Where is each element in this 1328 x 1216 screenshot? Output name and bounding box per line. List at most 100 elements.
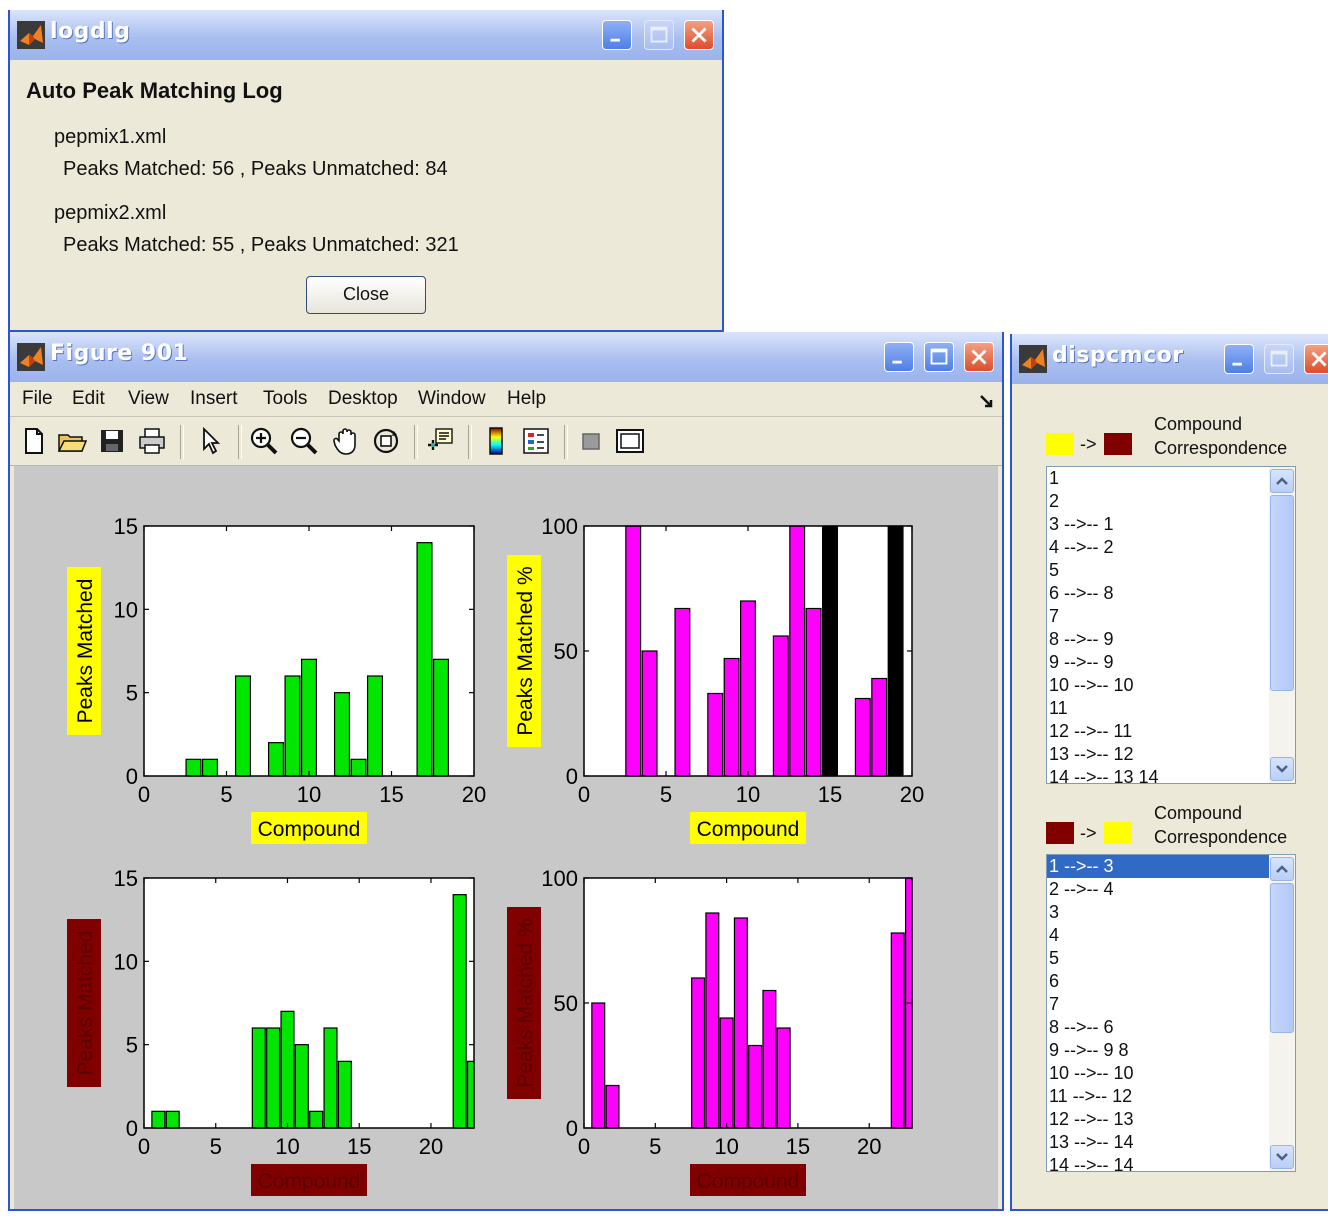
chart-4: 0 5 10 15 20 0 50 100 Compound Peaks Matched % bbox=[507, 866, 913, 1196]
menu-help[interactable]: Help bbox=[507, 388, 546, 410]
x-tick-label: 5 bbox=[649, 1134, 661, 1159]
list-item[interactable]: 7 bbox=[1047, 605, 1295, 628]
bar bbox=[323, 1027, 338, 1129]
menu-view[interactable]: View bbox=[128, 388, 169, 410]
list-item[interactable]: 12 -->-- 13 bbox=[1047, 1108, 1295, 1131]
scroll-down-button[interactable] bbox=[1270, 757, 1294, 781]
close-button[interactable]: Close bbox=[306, 276, 426, 314]
correspondence-list-2[interactable]: 1 -->-- 32 -->-- 4345678 -->-- 69 -->-- … bbox=[1046, 854, 1296, 1172]
x-tick-label: 10 bbox=[297, 782, 321, 807]
list-item[interactable]: 3 bbox=[1047, 901, 1295, 924]
colorbar-icon[interactable] bbox=[480, 425, 512, 457]
bar bbox=[333, 692, 351, 777]
list-item[interactable]: 13 -->-- 12 bbox=[1047, 743, 1295, 766]
minimize-button[interactable] bbox=[1224, 344, 1254, 374]
data-cursor-icon[interactable] bbox=[424, 425, 456, 457]
log-result-1: Peaks Matched: 56 , Peaks Unmatched: 84 bbox=[63, 158, 448, 180]
dock-arrow-icon[interactable] bbox=[978, 392, 996, 410]
minimize-button[interactable] bbox=[602, 20, 632, 50]
menu-bar: File Edit View Insert Tools Desktop Wind… bbox=[10, 382, 1002, 417]
maximize-button[interactable] bbox=[924, 342, 954, 372]
list-item[interactable]: 14 -->-- 14 bbox=[1047, 1154, 1295, 1171]
scroll-thumb[interactable] bbox=[1270, 495, 1294, 691]
menu-file[interactable]: File bbox=[22, 388, 53, 410]
list-item[interactable]: 7 bbox=[1047, 993, 1295, 1016]
close-window-button[interactable] bbox=[684, 20, 714, 50]
logdlg-titlebar[interactable]: logdlg bbox=[10, 10, 722, 60]
new-file-icon[interactable] bbox=[18, 425, 50, 457]
y-tick-label: 0 bbox=[566, 1116, 578, 1141]
list-item[interactable]: 8 -->-- 9 bbox=[1047, 628, 1295, 651]
y-axis-label: Peaks Matched % bbox=[514, 566, 537, 735]
bar bbox=[625, 525, 642, 777]
print-icon[interactable] bbox=[136, 425, 168, 457]
open-file-icon[interactable] bbox=[56, 425, 88, 457]
list-item[interactable]: 9 -->-- 9 8 bbox=[1047, 1039, 1295, 1062]
bar bbox=[674, 607, 691, 777]
list-item[interactable]: 10 -->-- 10 bbox=[1047, 674, 1295, 697]
scroll-down-button[interactable] bbox=[1270, 1145, 1294, 1169]
list-item[interactable]: 5 bbox=[1047, 947, 1295, 970]
show-plot-tools-icon[interactable] bbox=[614, 425, 646, 457]
scrollbar[interactable] bbox=[1269, 467, 1295, 783]
legend-icon[interactable] bbox=[520, 425, 552, 457]
minimize-icon bbox=[892, 360, 902, 364]
x-tick-label: 10 bbox=[714, 1134, 738, 1159]
window-title: logdlg bbox=[50, 19, 131, 44]
scroll-up-button[interactable] bbox=[1270, 857, 1294, 881]
close-window-button[interactable] bbox=[1304, 344, 1328, 374]
scroll-thumb[interactable] bbox=[1270, 883, 1294, 1033]
bar bbox=[284, 675, 301, 777]
log-heading: Auto Peak Matching Log bbox=[26, 78, 283, 103]
pan-hand-icon[interactable] bbox=[330, 425, 362, 457]
list-item[interactable]: 1 -->-- 3 bbox=[1047, 855, 1295, 878]
close-window-button[interactable] bbox=[964, 342, 994, 372]
zoom-out-icon[interactable] bbox=[288, 425, 320, 457]
list-item[interactable]: 11 bbox=[1047, 697, 1295, 720]
list-item[interactable]: 2 bbox=[1047, 490, 1295, 513]
bar bbox=[300, 658, 318, 777]
list-item[interactable]: 8 -->-- 6 bbox=[1047, 1016, 1295, 1039]
maximize-icon bbox=[650, 26, 668, 43]
rotate-3d-icon[interactable] bbox=[370, 425, 402, 457]
list-item[interactable]: 3 -->-- 1 bbox=[1047, 513, 1295, 536]
bar bbox=[789, 525, 806, 777]
pointer-icon[interactable] bbox=[194, 425, 226, 457]
bar bbox=[366, 675, 384, 777]
bar bbox=[416, 542, 433, 777]
figure-titlebar[interactable]: Figure 901 bbox=[10, 332, 1002, 382]
list-item[interactable]: 1 bbox=[1047, 467, 1295, 490]
bar bbox=[691, 977, 706, 1129]
list-item[interactable]: 6 bbox=[1047, 970, 1295, 993]
menu-desktop[interactable]: Desktop bbox=[328, 388, 398, 410]
list-item[interactable]: 9 -->-- 9 bbox=[1047, 651, 1295, 674]
dispcmcor-titlebar[interactable]: dispcmcor bbox=[1012, 334, 1328, 384]
chart-1: 0 5 10 15 20 0 5 10 15 Compound Peaks Matched bbox=[67, 514, 486, 844]
menu-edit[interactable]: Edit bbox=[72, 388, 105, 410]
list-item[interactable]: 2 -->-- 4 bbox=[1047, 878, 1295, 901]
correspondence-list-1[interactable]: 123 -->-- 14 -->-- 256 -->-- 878 -->-- 9… bbox=[1046, 466, 1296, 784]
save-icon[interactable] bbox=[96, 425, 128, 457]
menu-window[interactable]: Window bbox=[418, 388, 486, 410]
menu-tools[interactable]: Tools bbox=[263, 388, 307, 410]
y-tick-label: 0 bbox=[566, 764, 578, 789]
y-tick-label: 15 bbox=[114, 514, 138, 539]
list-item[interactable]: 11 -->-- 12 bbox=[1047, 1085, 1295, 1108]
bar bbox=[337, 1060, 352, 1129]
minimize-button[interactable] bbox=[884, 342, 914, 372]
y-tick-label: 10 bbox=[114, 597, 138, 622]
list-item[interactable]: 14 -->-- 13 14 bbox=[1047, 766, 1295, 783]
zoom-in-icon[interactable] bbox=[248, 425, 280, 457]
list-item[interactable]: 13 -->-- 14 bbox=[1047, 1131, 1295, 1154]
list-item[interactable]: 10 -->-- 10 bbox=[1047, 1062, 1295, 1085]
list-item[interactable]: 4 -->-- 2 bbox=[1047, 536, 1295, 559]
menu-insert[interactable]: Insert bbox=[190, 388, 238, 410]
y-tick-label: 5 bbox=[126, 681, 138, 706]
list-item[interactable]: 12 -->-- 11 bbox=[1047, 720, 1295, 743]
list-item[interactable]: 4 bbox=[1047, 924, 1295, 947]
list-item[interactable]: 5 bbox=[1047, 559, 1295, 582]
list-item[interactable]: 6 -->-- 8 bbox=[1047, 582, 1295, 605]
scrollbar[interactable] bbox=[1269, 855, 1295, 1171]
scroll-up-button[interactable] bbox=[1270, 469, 1294, 493]
hide-plot-tools-icon[interactable] bbox=[576, 425, 608, 457]
